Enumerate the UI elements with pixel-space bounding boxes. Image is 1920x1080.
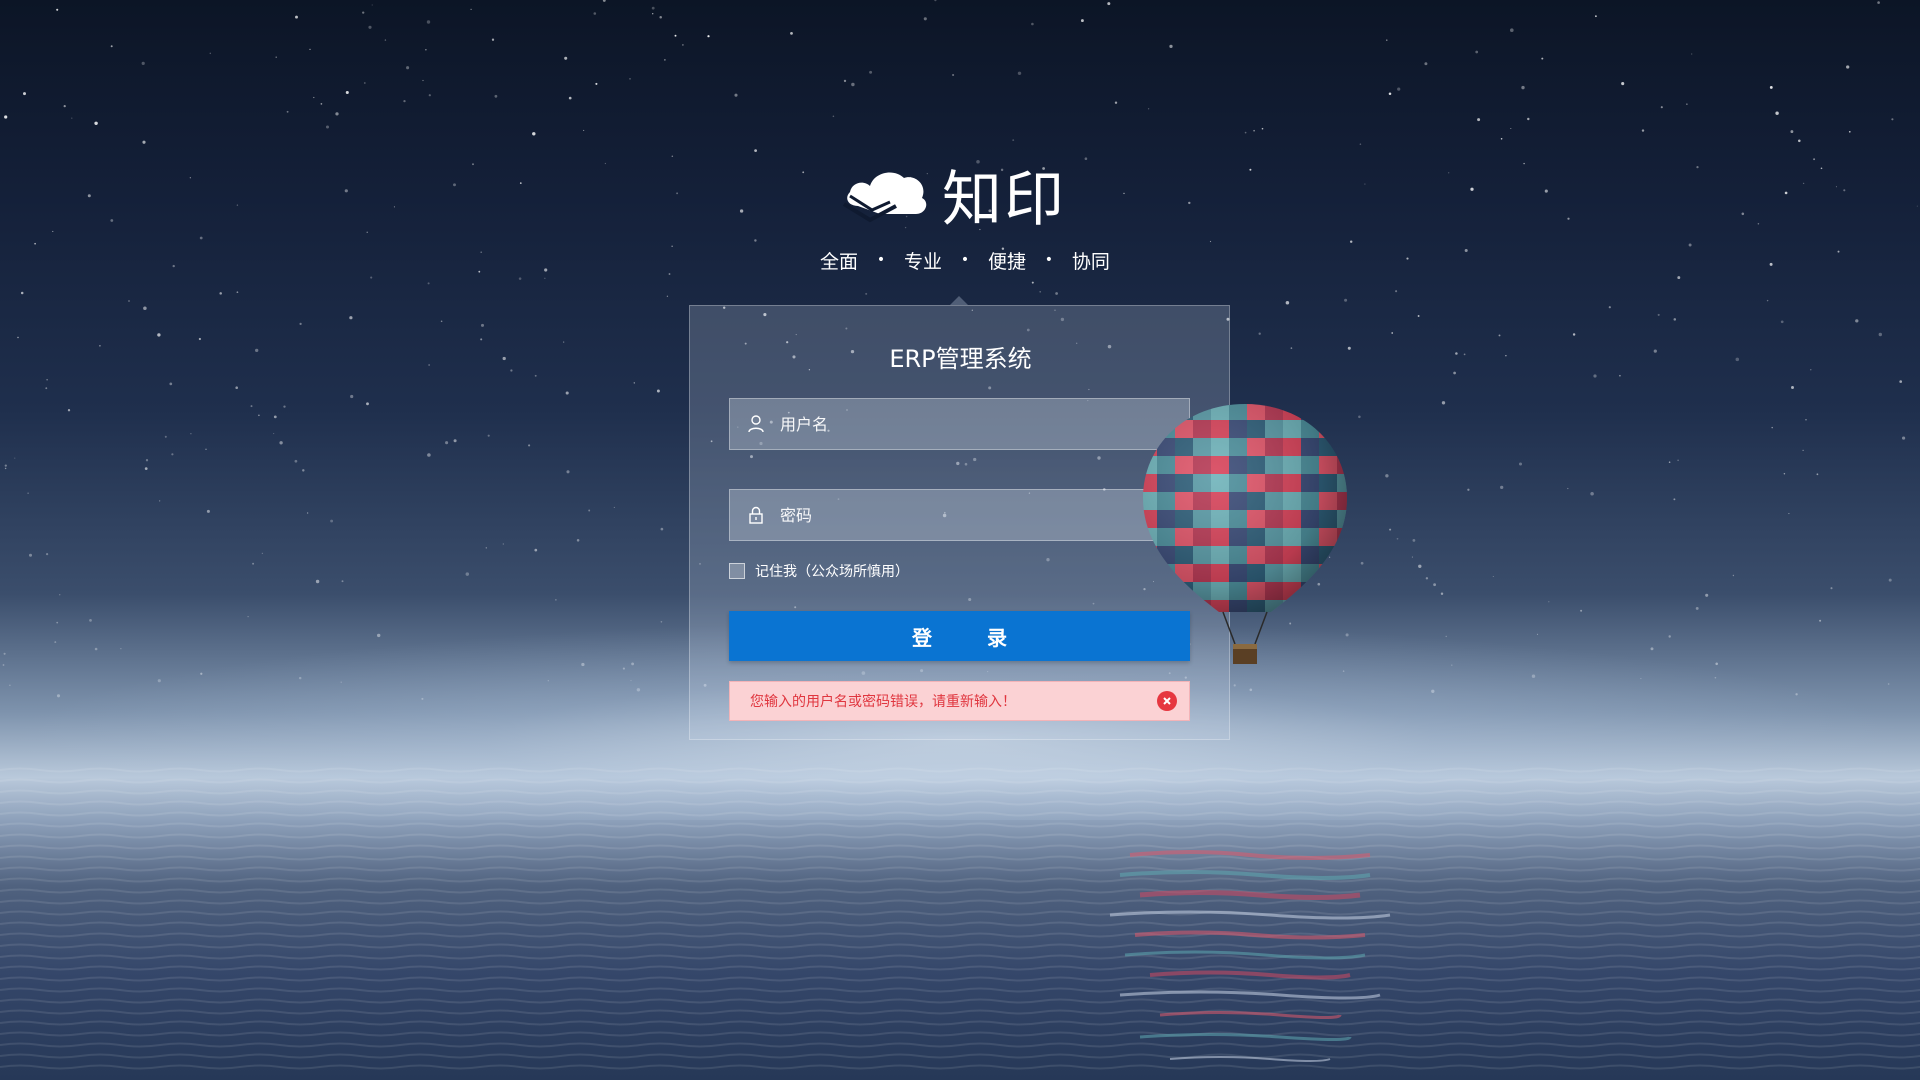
slogan-item: 协同 <box>1071 250 1110 273</box>
slogan-separator: • <box>876 252 886 268</box>
username-field[interactable] <box>729 398 1190 450</box>
error-message: 您输入的用户名或密码错误，请重新输入！ <box>750 694 1016 710</box>
slogan: 全面 • 专业 • 便捷 • 协同 <box>820 247 1110 273</box>
password-field[interactable] <box>729 489 1190 541</box>
slogan-separator: • <box>960 252 970 268</box>
password-input[interactable] <box>778 490 1189 540</box>
login-button[interactable]: 登 录 <box>729 611 1190 661</box>
lock-icon <box>746 505 766 525</box>
balloon-reflection <box>1109 850 1391 1062</box>
slogan-separator: • <box>1044 252 1054 268</box>
username-input[interactable] <box>778 399 1189 449</box>
panel-title: ERP管理系统 <box>889 345 1032 373</box>
close-icon[interactable] <box>1157 691 1177 711</box>
remember-me[interactable]: 记住我（公众场所慎用） <box>729 561 909 581</box>
remember-checkbox[interactable] <box>729 563 745 579</box>
user-icon <box>746 414 766 434</box>
hot-air-balloon-image <box>1143 404 1347 664</box>
login-scene: 知印 全面 • 专业 • 便捷 • 协同 ERP管理系统 用户名 记住我（公众场… <box>0 0 1920 1080</box>
brand-header: 知印 <box>840 158 1090 235</box>
slogan-item: 全面 <box>820 250 859 273</box>
cloud-book-logo-icon <box>842 172 927 223</box>
brand-name: 知印 <box>942 164 1066 235</box>
error-alert: 您输入的用户名或密码错误，请重新输入！ <box>729 681 1190 721</box>
water-surface-background <box>0 767 1920 1070</box>
remember-label: 记住我（公众场所慎用） <box>755 564 909 580</box>
panel-pointer <box>950 296 968 305</box>
slogan-item: 便捷 <box>987 250 1026 273</box>
slogan-item: 专业 <box>903 250 942 273</box>
